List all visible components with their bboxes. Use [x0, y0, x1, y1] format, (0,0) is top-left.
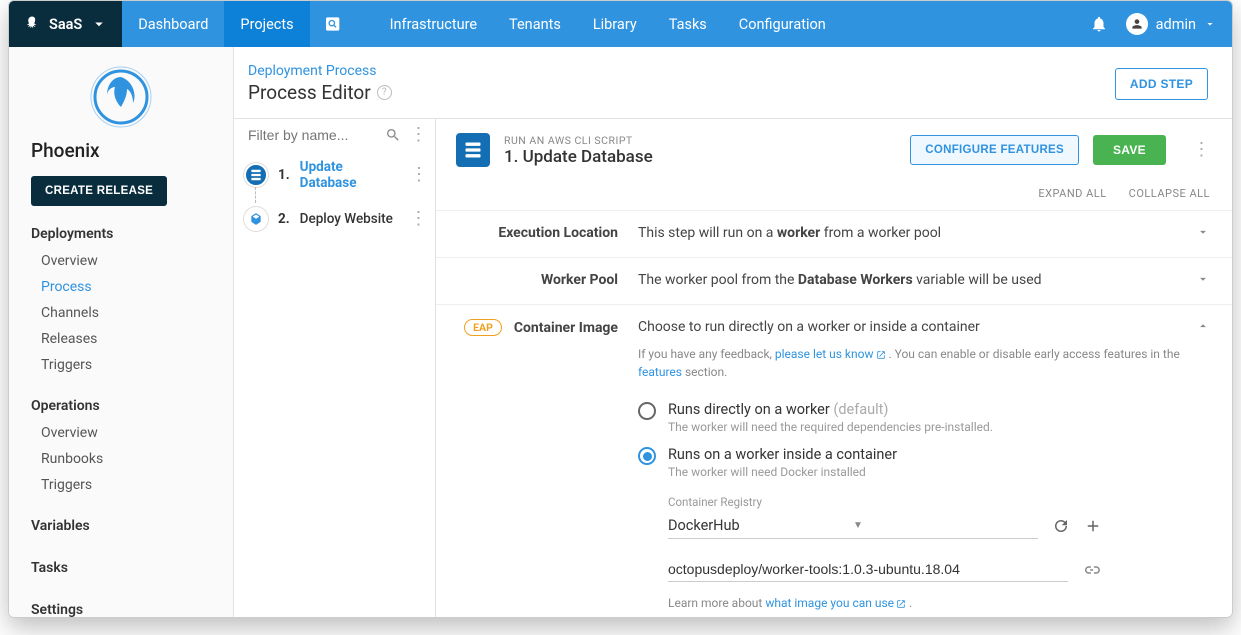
sidebar-tasks: Tasks: [9, 540, 233, 582]
configure-features-button[interactable]: CONFIGURE FEATURES: [910, 135, 1079, 165]
nav-library[interactable]: Library: [577, 1, 653, 47]
step-list: ⋮ 1. Update Database ⋮ 2. Deploy Website…: [234, 119, 436, 617]
add-icon[interactable]: [1084, 517, 1102, 535]
learn-more-link[interactable]: what image you can use: [765, 596, 906, 610]
dropdown-icon: ▼: [853, 520, 1038, 531]
radio-directly-on-worker[interactable]: Runs directly on a worker (default) The …: [638, 395, 1186, 440]
nav-tasks[interactable]: Tasks: [653, 1, 723, 47]
nav-projects[interactable]: Projects: [224, 1, 309, 47]
sidebar-item-ops-overview[interactable]: Overview: [9, 420, 233, 446]
sidebar-item-channels[interactable]: Channels: [9, 300, 233, 326]
learn-more: Learn more about what image you can use …: [668, 596, 1186, 610]
sidebar-group-deployments[interactable]: Deployments: [9, 226, 233, 248]
notifications-icon[interactable]: [1090, 15, 1108, 33]
brand-label: SaaS: [49, 16, 82, 33]
execution-location-row[interactable]: Execution Location This step will run on…: [436, 210, 1232, 257]
avatar-icon: [1126, 13, 1148, 35]
search-icon[interactable]: [385, 127, 401, 143]
sidebar-item-triggers[interactable]: Triggers: [9, 352, 233, 378]
radio-icon: [638, 402, 656, 420]
container-image-note: If you have any feedback, please let us …: [638, 345, 1186, 381]
step-1-menu[interactable]: ⋮: [408, 168, 429, 182]
external-link-icon: [876, 350, 886, 360]
step-editor-menu[interactable]: ⋮: [1190, 143, 1212, 157]
sidebar-group-settings[interactable]: Settings: [9, 602, 233, 618]
aws-step-icon: [244, 163, 268, 187]
brand-menu[interactable]: SaaS: [9, 1, 122, 47]
step-list-menu[interactable]: ⋮: [407, 128, 429, 142]
add-step-button[interactable]: ADD STEP: [1115, 68, 1208, 100]
user-menu[interactable]: admin: [1126, 13, 1216, 35]
chevron-down-icon: [90, 15, 108, 33]
chevron-down-icon: [1204, 18, 1216, 30]
nav-configuration[interactable]: Configuration: [723, 1, 842, 47]
deploy-step-icon: [244, 207, 268, 231]
step-title: 1. Update Database: [504, 147, 653, 167]
sidebar-item-process[interactable]: Process: [9, 274, 233, 300]
aws-cli-icon: [456, 133, 490, 167]
radio-inside-container[interactable]: Runs on a worker inside a container The …: [638, 440, 1186, 485]
chevron-up-icon[interactable]: [1196, 319, 1210, 333]
octopus-icon: [23, 15, 41, 33]
sidebar-group-operations[interactable]: Operations: [9, 398, 233, 420]
project-name: Phoenix: [9, 139, 233, 176]
collapse-all[interactable]: COLLAPSE ALL: [1129, 187, 1210, 200]
nav-infrastructure[interactable]: Infrastructure: [374, 1, 493, 47]
eap-badge: EAP: [464, 319, 502, 336]
sidebar-operations: Operations Overview Runbooks Triggers: [9, 378, 233, 498]
sidebar-settings: Settings: [9, 582, 233, 618]
help-icon[interactable]: ?: [377, 85, 392, 100]
breadcrumb[interactable]: Deployment Process: [248, 63, 377, 79]
sidebar-deployments: Deployments Overview Process Channels Re…: [9, 206, 233, 378]
user-label: admin: [1156, 16, 1196, 33]
sidebar-group-tasks[interactable]: Tasks: [9, 560, 233, 582]
create-release-button[interactable]: CREATE RELEASE: [31, 176, 167, 206]
worker-pool-row[interactable]: Worker Pool The worker pool from the Dat…: [436, 257, 1232, 304]
filter-input[interactable]: [248, 127, 368, 143]
sidebar: Phoenix CREATE RELEASE Deployments Overv…: [9, 47, 234, 617]
nav-dashboard[interactable]: Dashboard: [122, 1, 224, 47]
sidebar-variables: Variables: [9, 498, 233, 540]
chevron-down-icon: [1196, 225, 1210, 239]
container-image-desc: Choose to run directly on a worker or in…: [638, 319, 1186, 335]
sidebar-item-releases[interactable]: Releases: [9, 326, 233, 352]
save-button[interactable]: SAVE: [1093, 135, 1166, 165]
search-page-icon: [326, 16, 346, 32]
sidebar-item-ops-triggers[interactable]: Triggers: [9, 472, 233, 498]
step-2-menu[interactable]: ⋮: [407, 212, 429, 226]
step-deploy-website[interactable]: 2. Deploy Website ⋮: [234, 199, 435, 239]
step-editor: RUN AN AWS CLI SCRIPT 1. Update Database…: [436, 119, 1232, 617]
chevron-down-icon: [1196, 272, 1210, 286]
features-link[interactable]: features: [638, 365, 682, 379]
step-update-database[interactable]: 1. Update Database ⋮: [234, 151, 435, 199]
top-nav: SaaS Dashboard Projects Infrastructure T…: [9, 1, 1232, 47]
nav-search[interactable]: [310, 1, 362, 47]
container-image-row: EAP Container Image Choose to run direct…: [436, 304, 1232, 617]
page-header: Deployment Process Process Editor ? ADD …: [234, 47, 1232, 119]
sidebar-item-runbooks[interactable]: Runbooks: [9, 446, 233, 472]
feedback-link[interactable]: please let us know: [775, 347, 886, 361]
container-image-input[interactable]: [668, 557, 1068, 582]
expand-all[interactable]: EXPAND ALL: [1038, 187, 1106, 200]
external-link-icon: [896, 599, 906, 609]
project-logo: [89, 65, 153, 129]
radio-icon: [638, 447, 656, 465]
page-title: Process Editor: [248, 81, 371, 104]
nav-tenants[interactable]: Tenants: [493, 1, 577, 47]
sidebar-item-overview[interactable]: Overview: [9, 248, 233, 274]
container-registry-select[interactable]: DockerHub ▼: [668, 513, 1038, 539]
sidebar-group-variables[interactable]: Variables: [9, 518, 233, 540]
step-kicker: RUN AN AWS CLI SCRIPT: [504, 134, 653, 147]
bind-variable-icon[interactable]: [1082, 561, 1100, 579]
container-registry-label: Container Registry: [668, 495, 1186, 509]
refresh-icon[interactable]: [1052, 517, 1070, 535]
